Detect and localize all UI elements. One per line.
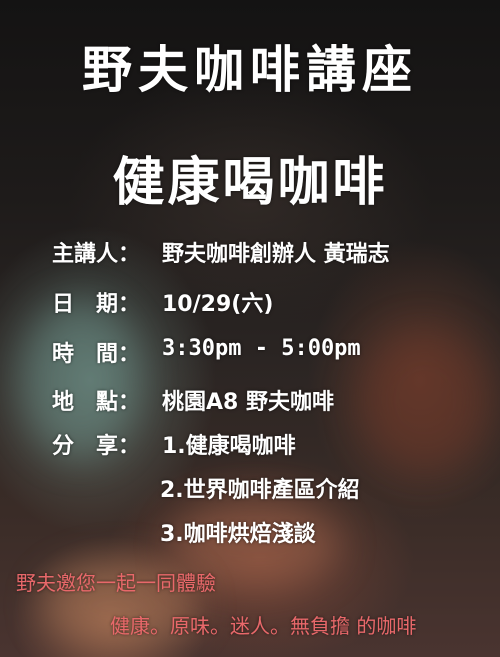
invite-text: 野夫邀您一起一同體驗 [16, 571, 216, 595]
date-label: 日 期： [52, 292, 141, 317]
place-value: 桃園A8 野夫咖啡 [162, 390, 334, 415]
speaker-value: 野夫咖啡創辦人 黃瑞志 [162, 242, 390, 267]
share-label: 分 享： [52, 434, 141, 459]
date-value: 10/29(六) [162, 292, 274, 317]
share-item-1: 1.健康喝咖啡 [162, 434, 296, 459]
event-poster: 野夫咖啡講座 健康喝咖啡 主講人： 野夫咖啡創辦人 黃瑞志 日 期： 10/29… [0, 0, 500, 657]
tagline: 健康。原味。迷人。無負擔 的咖啡 [110, 614, 417, 638]
main-title: 健康喝咖啡 [112, 153, 388, 213]
time-label: 時 間： [52, 342, 141, 367]
series-title: 野夫咖啡講座 [82, 40, 418, 99]
speaker-label: 主講人： [52, 242, 141, 267]
share-item-2: 2.世界咖啡產區介紹 [160, 478, 360, 503]
background-blur-shape [360, 330, 490, 470]
share-item-3: 3.咖啡烘焙淺談 [160, 522, 316, 547]
place-label: 地 點： [52, 390, 141, 415]
time-value: 3:30pm - 5:00pm [162, 336, 361, 361]
